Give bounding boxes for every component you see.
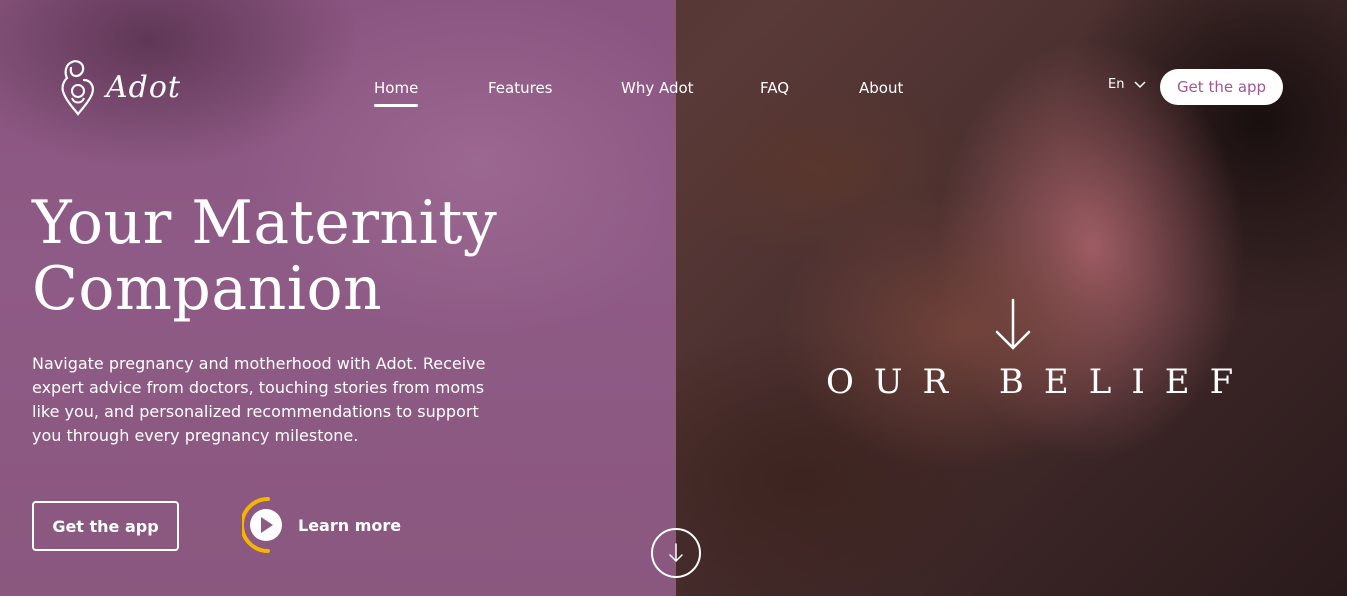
nav-item-why-adot[interactable]: Why Adot bbox=[621, 79, 694, 97]
nav-item-home[interactable]: Home bbox=[374, 79, 419, 107]
arrow-down-icon bbox=[669, 543, 683, 563]
play-icon bbox=[242, 497, 288, 553]
scroll-down-button[interactable] bbox=[651, 528, 701, 578]
language-label: En bbox=[1108, 77, 1125, 92]
top-navigation: Adot Home Features Why Adot FAQ About En… bbox=[0, 0, 1347, 130]
nav-item-features[interactable]: Features bbox=[488, 79, 553, 97]
nav-item-faq[interactable]: FAQ bbox=[760, 79, 789, 97]
hero-title: Your Maternity Companion bbox=[32, 190, 552, 322]
get-app-hero-button[interactable]: Get the app bbox=[32, 501, 179, 551]
hero-title-line1: Your Maternity bbox=[32, 188, 498, 258]
arrow-down-icon bbox=[995, 298, 1031, 350]
hero-subtitle: Navigate pregnancy and motherhood with A… bbox=[32, 354, 486, 445]
learn-more-button[interactable]: Learn more bbox=[242, 497, 401, 553]
mother-baby-icon bbox=[61, 60, 94, 116]
nav-item-about[interactable]: About bbox=[859, 79, 903, 97]
brand-logo[interactable]: Adot bbox=[58, 58, 181, 116]
chevron-down-icon bbox=[1134, 80, 1146, 88]
our-belief-label: OUR BELIEF bbox=[826, 362, 1254, 402]
learn-more-label: Learn more bbox=[298, 515, 402, 535]
hero-title-line2: Companion bbox=[32, 254, 383, 324]
language-selector[interactable]: En bbox=[1108, 77, 1146, 92]
get-app-nav-button[interactable]: Get the app bbox=[1160, 69, 1283, 105]
brand-name: Adot bbox=[106, 69, 181, 105]
